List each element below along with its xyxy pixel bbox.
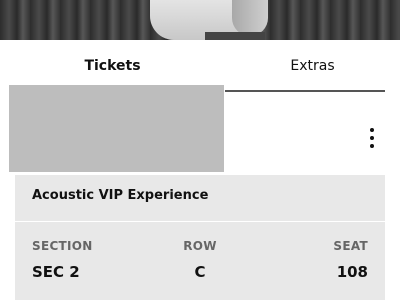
ticket-card[interactable]: Acoustic VIP Experience SECTION SEC 2 RO… [15, 175, 385, 300]
card-divider [15, 221, 385, 222]
kebab-dot [370, 128, 374, 132]
section-value: SEC 2 [32, 263, 80, 281]
tab-extras-underline [225, 90, 385, 92]
event-title: Acoustic VIP Experience [32, 188, 209, 203]
hero-figure-arm [232, 0, 268, 36]
hero-figure-belt [205, 32, 265, 40]
row-label: ROW [183, 239, 217, 253]
ticket-image-placeholder [9, 85, 224, 172]
seat-label: SEAT [333, 239, 368, 253]
seat-value: 108 [336, 263, 368, 281]
kebab-dot [370, 136, 374, 140]
hero-image [0, 0, 400, 40]
kebab-dot [370, 144, 374, 148]
section-label: SECTION [32, 239, 93, 253]
tab-extras[interactable]: Extras [225, 40, 400, 92]
more-vertical-icon[interactable] [363, 125, 381, 151]
row-value: C [194, 263, 206, 281]
